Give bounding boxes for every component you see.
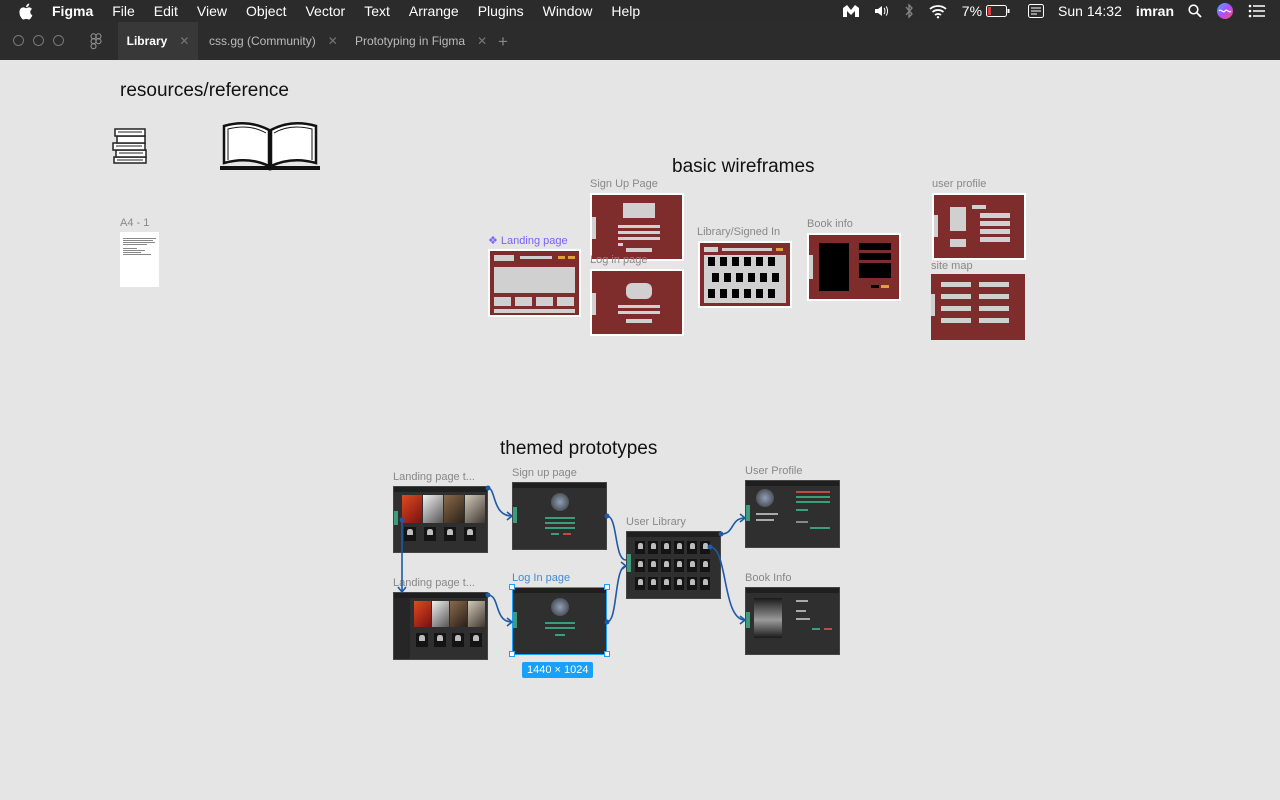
wifi-icon[interactable]	[928, 4, 948, 19]
battery-status[interactable]: 7%	[962, 3, 1010, 19]
frame-label-user-profile[interactable]: user profile	[932, 178, 986, 190]
prototype-log-in-page[interactable]	[512, 587, 607, 655]
frame-label-site-map[interactable]: site map	[931, 260, 973, 272]
prototype-book-info[interactable]	[745, 587, 840, 655]
wireframe-site-map[interactable]	[931, 274, 1025, 340]
frame-label-log-in-page[interactable]: Log In page	[512, 572, 570, 584]
frame-label-library-signed-in[interactable]: Library/Signed In	[697, 226, 780, 238]
wireframe-user-profile[interactable]	[932, 193, 1026, 260]
selection-handle[interactable]	[604, 651, 610, 657]
menu-bar: Figma File Edit View Object Vector Text …	[0, 0, 1280, 22]
menu-edit[interactable]: Edit	[154, 3, 178, 19]
prototype-landing-page-1[interactable]	[393, 486, 488, 553]
landing-page-label-text: Landing page	[500, 235, 568, 247]
menu-arrange[interactable]: Arrange	[409, 3, 459, 19]
frame-label-user-library[interactable]: User Library	[626, 516, 686, 528]
menu-user[interactable]: imran	[1136, 3, 1174, 19]
selection-handle[interactable]	[509, 651, 515, 657]
wireframe-sign-up-page[interactable]	[590, 193, 684, 261]
frame-a4-document[interactable]	[120, 232, 159, 287]
wireframe-book-info[interactable]	[807, 233, 901, 301]
selection-size-badge: 1440 × 1024	[522, 662, 594, 678]
wireframe-library-signed-in[interactable]	[698, 241, 792, 308]
tab-prototyping[interactable]: Prototyping in Figma ✕	[355, 22, 487, 60]
frame-label-a4[interactable]: A4 - 1	[120, 217, 149, 229]
battery-percent: 7%	[961, 3, 983, 19]
menu-view[interactable]: View	[197, 3, 227, 19]
keyboard-input-icon[interactable]	[1028, 4, 1045, 18]
selection-handle[interactable]	[604, 584, 610, 590]
open-book-icon[interactable]	[218, 118, 322, 177]
prototype-landing-page-2[interactable]	[393, 592, 488, 660]
prototype-user-profile[interactable]	[745, 480, 840, 548]
spotlight-search-icon[interactable]	[1188, 4, 1202, 18]
prototype-flow-connectors	[397, 485, 747, 627]
tab-close-icon[interactable]: ✕	[328, 34, 338, 48]
frame-label-user-profile-proto[interactable]: User Profile	[745, 465, 802, 477]
frame-label-sign-up-page[interactable]: Sign up page	[512, 467, 577, 479]
window-close-button[interactable]	[13, 35, 24, 46]
menu-object[interactable]: Object	[246, 3, 286, 19]
menu-plugins[interactable]: Plugins	[478, 3, 524, 19]
menu-vector[interactable]: Vector	[305, 3, 345, 19]
tab-close-icon[interactable]: ✕	[477, 34, 487, 48]
menu-clock[interactable]: Sun 14:32	[1058, 3, 1122, 19]
frame-label-book-info[interactable]: Book info	[807, 218, 853, 230]
window-zoom-button[interactable]	[53, 35, 64, 46]
menu-window[interactable]: Window	[543, 3, 593, 19]
frame-label-book-info-proto[interactable]: Book Info	[745, 572, 791, 584]
tab-prototyping-label: Prototyping in Figma	[355, 34, 466, 48]
frame-label-sign-up[interactable]: Sign Up Page	[590, 178, 658, 190]
section-title-wireframes[interactable]: basic wireframes	[672, 156, 815, 178]
frame-label-landing-page-2[interactable]: Landing page t...	[393, 577, 475, 589]
volume-icon[interactable]	[874, 4, 890, 18]
file-tab-bar: Library ✕ css.gg (Community) ✕ Prototypi…	[0, 22, 1280, 60]
prototype-user-library[interactable]	[626, 531, 721, 599]
selection-handle[interactable]	[509, 584, 515, 590]
new-tab-plus-icon[interactable]: +	[498, 32, 508, 52]
menu-text[interactable]: Text	[364, 3, 390, 19]
tab-css-gg[interactable]: css.gg (Community) ✕	[209, 22, 338, 60]
section-title-prototypes[interactable]: themed prototypes	[500, 438, 657, 460]
menu-app-name[interactable]: Figma	[52, 3, 93, 19]
apple-logo-icon[interactable]	[18, 3, 38, 20]
tab-close-icon[interactable]: ✕	[179, 34, 189, 48]
section-title-resources[interactable]: resources/reference	[120, 80, 289, 102]
frame-label-landing-page-1[interactable]: Landing page t...	[393, 471, 475, 483]
frame-label-log-in[interactable]: Log in page	[590, 254, 648, 266]
wireframe-log-in-page[interactable]	[590, 269, 684, 336]
tab-library[interactable]: Library ✕	[118, 22, 198, 60]
notification-center-icon[interactable]	[1248, 4, 1266, 18]
siri-icon[interactable]	[1216, 2, 1234, 20]
malwarebytes-icon[interactable]	[842, 4, 860, 18]
frame-label-landing-page[interactable]: ❖ Landing page	[488, 234, 568, 247]
prototype-sign-up-page[interactable]	[512, 482, 607, 550]
design-canvas[interactable]: resources/reference A4 - 1 basic wirefra…	[0, 60, 1280, 800]
window-minimize-button[interactable]	[33, 35, 44, 46]
tab-css-gg-label: css.gg (Community)	[209, 34, 316, 48]
books-stack-icon[interactable]	[110, 122, 154, 171]
battery-icon	[986, 5, 1010, 17]
tab-library-label: Library	[126, 34, 168, 48]
menu-help[interactable]: Help	[611, 3, 640, 19]
bluetooth-icon[interactable]	[904, 3, 914, 19]
figma-home-icon[interactable]	[90, 33, 104, 53]
wireframe-landing-page[interactable]	[488, 249, 581, 317]
menu-file[interactable]: File	[112, 3, 135, 19]
